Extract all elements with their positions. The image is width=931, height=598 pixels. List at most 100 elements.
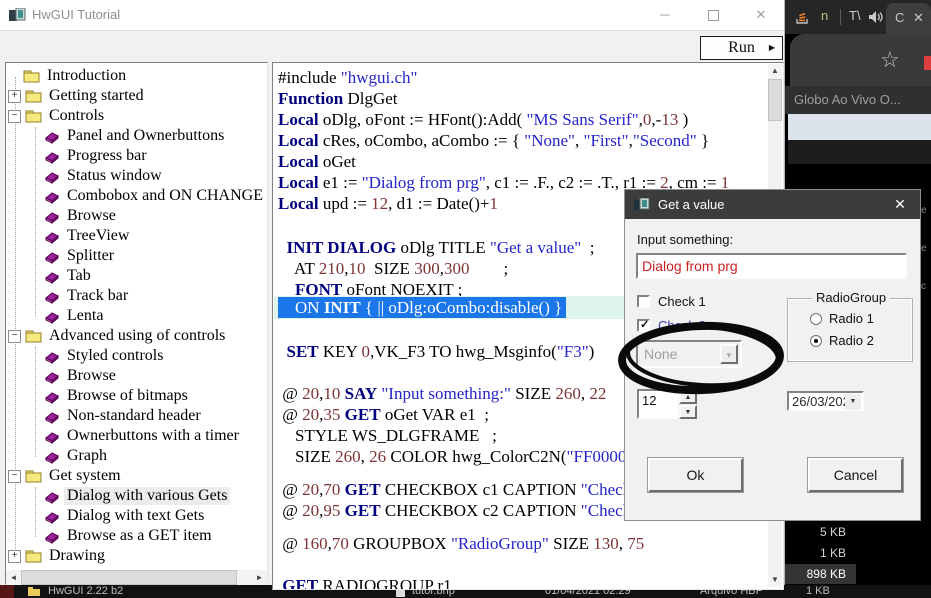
folder-icon [23, 69, 40, 83]
tab-favicon-letter: C [895, 10, 904, 25]
browser-tab-letter-tv[interactable]: T\ [849, 8, 861, 23]
window-title-bar[interactable]: HwGUI Tutorial ─ ✕ [0, 0, 784, 31]
check1-checkbox[interactable] [637, 295, 650, 308]
tree-item[interactable]: Browse [6, 366, 267, 386]
code-line: SIZE 260, 26 COLOR hwg_ColorC2N("FF0000 [278, 446, 626, 467]
tree-expander-minus-icon[interactable]: − [8, 470, 21, 483]
tree-item[interactable]: Splitter [6, 246, 267, 266]
tree-item-label: Dialog with various Gets [64, 487, 230, 505]
combo-dropdown-icon[interactable]: ▼ [720, 344, 738, 364]
tree-item[interactable]: Browse of bitmaps [6, 386, 267, 406]
scroll-down-icon[interactable]: ▼ [768, 573, 782, 587]
radio1-button[interactable] [810, 313, 822, 325]
check2-checkbox[interactable]: ✓ [637, 319, 650, 332]
book-icon [43, 289, 60, 304]
scroll-left-icon[interactable]: ◄ [6, 570, 21, 585]
run-button[interactable]: Run ▶ [700, 36, 783, 60]
tree-horizontal-scrollbar[interactable]: ◄ ► [6, 570, 267, 585]
run-arrow-icon: ▶ [769, 44, 775, 52]
tree-item[interactable]: −Advanced using of controls [6, 326, 267, 346]
tree-expander-minus-icon[interactable]: − [8, 110, 21, 123]
tree-item[interactable]: Lenta [6, 306, 267, 326]
explorer-folder-name[interactable]: HwGUI 2.22 b2 [48, 585, 123, 598]
radio2-label[interactable]: Radio 2 [829, 333, 874, 348]
tree-item[interactable]: Dialog with various Gets [6, 486, 267, 506]
tree-item[interactable]: Track bar [6, 286, 267, 306]
bookmark-star-icon[interactable]: ☆ [880, 49, 900, 71]
check2-label[interactable]: Check 2 [658, 318, 706, 333]
tree-item-label: Browse [64, 207, 119, 225]
spinner-input[interactable]: 12 [637, 389, 678, 419]
tree-item-label: Browse [64, 367, 119, 385]
browser-tab-letter-n[interactable]: n [821, 8, 828, 23]
book-icon [43, 489, 60, 504]
tree-item[interactable]: TreeView [6, 226, 267, 246]
scroll-up-icon[interactable]: ▲ [768, 64, 782, 78]
tree-item-label: Non-standard header [64, 407, 204, 425]
dialog-title-bar[interactable]: Get a value ✕ [625, 190, 920, 219]
tree-item[interactable]: Panel and Ownerbuttons [6, 126, 267, 146]
speaker-icon [868, 10, 883, 29]
tree-item[interactable]: Browse [6, 206, 267, 226]
tree-item-label: Panel and Ownerbuttons [64, 127, 227, 145]
tree-item-label: Ownerbuttons with a timer [64, 427, 242, 445]
book-icon [43, 389, 60, 404]
code-line: Local cRes, oCombo, aCombo := { "None", … [278, 130, 709, 151]
radio1-label[interactable]: Radio 1 [829, 311, 874, 326]
window-title: HwGUI Tutorial [32, 7, 120, 22]
stack-overflow-icon[interactable] [794, 9, 810, 30]
tree-item[interactable]: + Getting started [6, 86, 267, 106]
tree-item[interactable]: Browse as a GET item [6, 526, 267, 546]
book-icon [43, 429, 60, 444]
tree-item-label: Getting started [46, 87, 147, 105]
tree-item[interactable]: Status window [6, 166, 267, 186]
tab-close-icon[interactable]: ✕ [913, 10, 924, 26]
dialog-title: Get a value [658, 197, 725, 212]
date-dropdown-icon[interactable]: ▼ [845, 394, 861, 410]
code-line: SET KEY 0,VK_F3 TO hwg_Msginfo("F3") [278, 341, 594, 362]
accent-square [0, 585, 14, 598]
tree-item[interactable]: Progress bar [6, 146, 267, 166]
spinner-up-icon[interactable]: ▲ [679, 390, 697, 404]
tree-item[interactable]: Introduction [6, 66, 267, 86]
date-picker[interactable]: 26/03/202 ▼ [787, 391, 864, 411]
explorer-size-row[interactable]: 1 KB [784, 543, 856, 563]
browser-profile-badge [924, 56, 931, 70]
maximize-button[interactable] [690, 0, 736, 29]
dialog-close-icon[interactable]: ✕ [885, 190, 915, 219]
tree-item[interactable]: Ownerbuttons with a timer [6, 426, 267, 446]
code-line: Local upd := 12, d1 := Date()+1 [278, 193, 498, 214]
ok-button[interactable]: Ok [648, 458, 743, 492]
book-icon [43, 209, 60, 224]
scroll-right-icon[interactable]: ► [252, 570, 267, 585]
tree-expander-minus-icon[interactable]: − [8, 330, 21, 343]
bookmark-label[interactable]: Globo Ao Vivo O... [794, 92, 901, 107]
tree-view[interactable]: Introduction + Getting started−ControlsPan… [5, 62, 268, 585]
tree-item[interactable]: Dialog with text Gets [6, 506, 267, 526]
tree-item[interactable]: Styled controls [6, 346, 267, 366]
page-light-bar [788, 114, 931, 140]
tree-item[interactable]: Combobox and ON CHANGE e [6, 186, 267, 206]
tree-item[interactable]: Tab [6, 266, 267, 286]
close-button[interactable]: ✕ [738, 0, 784, 29]
scrollbar-thumb[interactable] [21, 570, 237, 585]
tree-expander-plus-icon[interactable]: + [8, 550, 21, 563]
cancel-button[interactable]: Cancel [808, 458, 903, 492]
radio2-button[interactable] [810, 335, 822, 347]
explorer-size-row[interactable]: 898 KB [784, 564, 856, 584]
combo-box-disabled[interactable]: None ▼ [636, 340, 742, 368]
minimize-button[interactable]: ─ [642, 0, 688, 29]
tree-item[interactable]: Graph [6, 446, 267, 466]
scrollbar-thumb[interactable] [768, 79, 782, 121]
tree-item[interactable]: − Get system [6, 466, 267, 486]
explorer-size-row[interactable]: 5 KB [784, 522, 856, 542]
check1-label[interactable]: Check 1 [658, 294, 706, 309]
tree-item[interactable]: Non-standard header [6, 406, 267, 426]
tree-expander-plus-icon[interactable]: + [8, 90, 21, 103]
browser-active-tab[interactable]: C ✕ [886, 3, 931, 34]
tree-item-label: Get system [46, 467, 124, 485]
spinner-down-icon[interactable]: ▼ [679, 405, 697, 419]
tree-item[interactable]: +Drawing [6, 546, 267, 566]
tree-item[interactable]: −Controls [6, 106, 267, 126]
text-input[interactable]: Dialog from prg [636, 253, 907, 279]
